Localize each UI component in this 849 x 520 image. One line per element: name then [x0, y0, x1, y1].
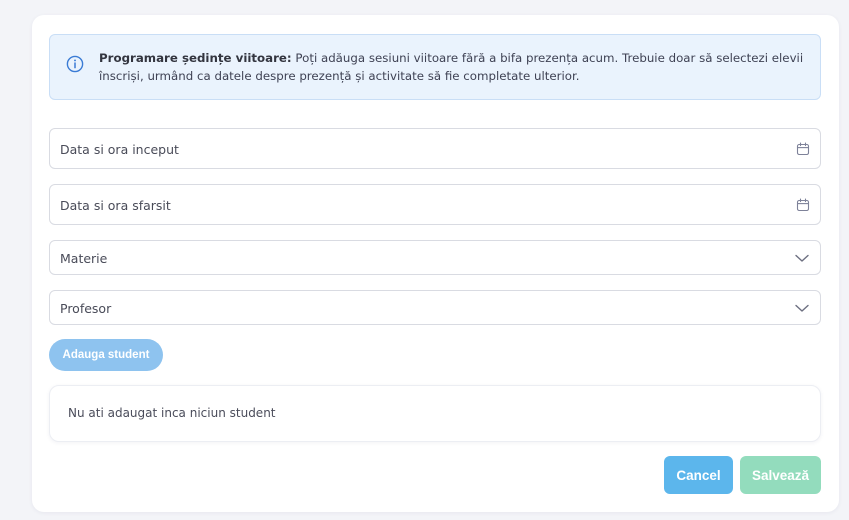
info-title: Programare ședințe viitoare: [99, 51, 292, 65]
calendar-icon[interactable] [796, 198, 810, 212]
subject-placeholder: Materie [60, 251, 108, 266]
end-datetime-placeholder: Data si ora sfarsit [60, 198, 171, 213]
info-alert: Programare ședințe viitoare: Poți adăuga… [49, 34, 821, 100]
calendar-icon[interactable] [796, 142, 810, 156]
chevron-down-icon[interactable] [794, 301, 810, 315]
empty-students-message: Nu ati adaugat inca niciun student [68, 406, 276, 420]
end-datetime-field[interactable]: Data si ora sfarsit [49, 184, 821, 225]
save-button[interactable]: Salvează [740, 456, 821, 494]
teacher-placeholder: Profesor [60, 301, 112, 316]
add-student-button[interactable]: Adauga student [49, 339, 163, 371]
start-datetime-field[interactable]: Data si ora inceput [49, 128, 821, 169]
cancel-button[interactable]: Cancel [664, 456, 733, 494]
student-list: Nu ati adaugat inca niciun student [49, 385, 821, 442]
info-text: Programare ședințe viitoare: Poți adăuga… [99, 49, 811, 85]
session-form-card: Programare ședințe viitoare: Poți adăuga… [32, 15, 839, 512]
info-circle-icon [66, 55, 84, 73]
teacher-select[interactable]: Profesor [49, 290, 821, 325]
start-datetime-placeholder: Data si ora inceput [60, 142, 179, 157]
subject-select[interactable]: Materie [49, 240, 821, 275]
chevron-down-icon[interactable] [794, 251, 810, 265]
